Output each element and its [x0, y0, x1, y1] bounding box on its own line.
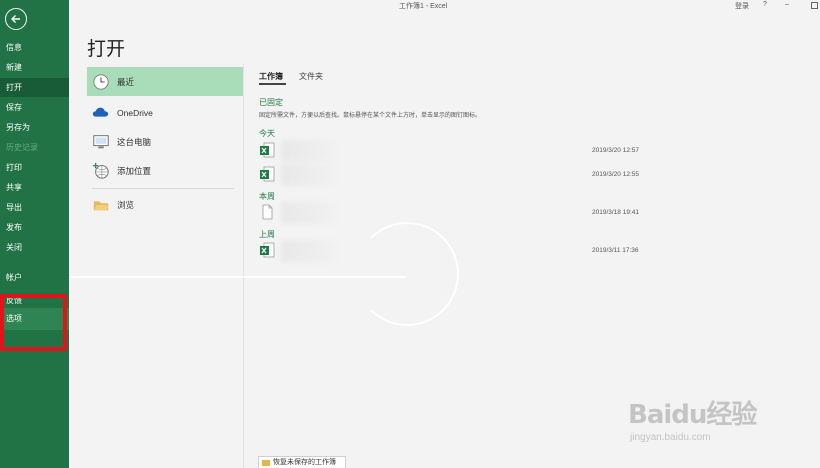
cloud-icon: [91, 103, 111, 123]
location-recent[interactable]: 最近: [87, 67, 243, 96]
folder-icon: [262, 460, 270, 466]
location-this-pc[interactable]: 这台电脑: [87, 127, 243, 156]
group-last-week: 上周: [259, 230, 275, 239]
nav-item-history: 历史记录: [6, 143, 38, 152]
window-title: 工作簿1 - Excel: [399, 3, 448, 10]
nav-item-save-as[interactable]: 另存为: [0, 118, 69, 137]
tab-workbooks[interactable]: 工作簿: [259, 71, 283, 82]
location-label: OneDrive: [117, 107, 153, 118]
location-label: 添加位置: [117, 165, 152, 176]
loading-spinner: [355, 222, 459, 326]
back-arrow-icon[interactable]: [5, 8, 27, 30]
nav-item-new[interactable]: 新建: [0, 58, 69, 77]
title-bar: 工作簿1 - Excel 登录 ? –: [69, 0, 820, 18]
file-name-blurred: [281, 140, 336, 162]
nav-item-close[interactable]: 关闭: [0, 238, 69, 257]
nav-item-publish[interactable]: 发布: [0, 218, 69, 237]
group-this-week: 本周: [259, 192, 275, 201]
recent-file-row[interactable]: 2019/3/18 19:41: [259, 202, 659, 224]
folder-icon: [91, 195, 111, 215]
location-label: 最近: [117, 76, 135, 87]
column-divider: [243, 64, 244, 468]
file-name-blurred: [281, 164, 336, 186]
watermark-url: jingyan.baidu.com: [630, 432, 711, 443]
excel-file-icon: [259, 142, 275, 158]
tab-folders[interactable]: 文件夹: [299, 71, 323, 82]
help-button[interactable]: ?: [763, 1, 767, 8]
nav-item-save[interactable]: 保存: [0, 98, 69, 117]
location-label: 这台电脑: [117, 136, 152, 147]
location-browse[interactable]: 浏览: [87, 190, 243, 219]
nav-item-account[interactable]: 帐户: [0, 268, 69, 287]
clock-icon: [91, 72, 111, 92]
minimize-button[interactable]: –: [785, 1, 789, 8]
nav-item-share[interactable]: 共享: [0, 178, 69, 197]
tab-underline: [259, 83, 286, 85]
file-date: 2019/3/20 12:57: [592, 147, 639, 154]
recent-file-row[interactable]: 2019/3/20 12:57: [259, 140, 659, 162]
nav-item-open[interactable]: 打开: [0, 78, 69, 97]
login-link[interactable]: 登录: [735, 1, 749, 11]
recover-unsaved-button[interactable]: 恢复未保存的工作簿: [258, 456, 346, 468]
divider: [92, 188, 234, 189]
file-date: 2019/3/11 17:36: [592, 247, 639, 254]
nav-item-info[interactable]: 信息: [0, 38, 69, 57]
globe-plus-icon: [91, 161, 111, 181]
highlight-box: [0, 294, 67, 351]
nav-item-export[interactable]: 导出: [0, 198, 69, 217]
location-add-place[interactable]: 添加位置: [87, 156, 243, 185]
pinned-heading: 已固定: [259, 98, 283, 107]
backstage-nav: 信息 新建 打开 保存 另存为 历史记录 打印 共享 导出 发布 关闭 帐户 反…: [0, 0, 69, 468]
recent-file-row[interactable]: 2019/3/11 17:36: [259, 240, 659, 262]
nav-item-print[interactable]: 打印: [0, 158, 69, 177]
maximize-icon[interactable]: [811, 2, 818, 9]
excel-file-icon: [259, 166, 275, 182]
pinned-hint: 固定所需文件，方便以后查找。鼠标悬停在某个文件上方时，单击显示的图钉图标。: [259, 113, 482, 119]
page-title: 打开: [87, 38, 126, 60]
computer-icon: [91, 132, 111, 152]
watermark-brand: Baidu经验: [628, 400, 757, 430]
excel-file-icon: [259, 242, 275, 258]
file-date: 2019/3/18 19:41: [592, 209, 639, 216]
group-today: 今天: [259, 129, 275, 138]
file-date: 2019/3/20 12:55: [592, 171, 639, 178]
blank-file-icon: [259, 204, 275, 220]
file-name-blurred: [281, 240, 336, 262]
location-label: 浏览: [117, 199, 135, 210]
recent-file-row[interactable]: 2019/3/20 12:55: [259, 164, 659, 186]
watermark: Baidu经验 jingyan.baidu.com: [628, 380, 778, 450]
location-onedrive[interactable]: OneDrive: [87, 98, 243, 127]
file-name-blurred: [281, 202, 336, 224]
recover-label: 恢复未保存的工作簿: [273, 459, 336, 466]
